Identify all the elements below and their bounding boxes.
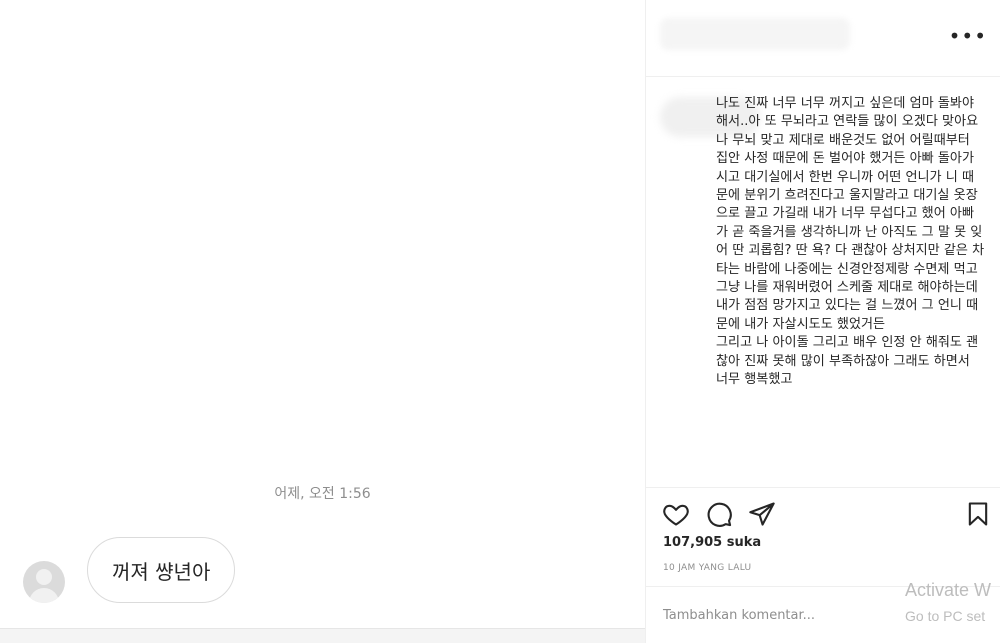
activation-watermark: Activate W Go to PC set	[905, 579, 1000, 625]
like-count[interactable]: 107,905 suka	[663, 535, 761, 550]
caption-area: 나도 진짜 너무 너무 꺼지고 싶은데 엄마 돌봐야해서..아 또 무뇌라고 연…	[646, 77, 1000, 483]
comment-icon[interactable]	[705, 500, 733, 528]
heart-icon[interactable]	[662, 500, 690, 528]
chat-bottom-strip	[0, 628, 645, 643]
message-timestamp: 어제, 오전 1:56	[274, 486, 371, 502]
more-icon[interactable]: •••	[949, 26, 987, 46]
watermark-line-2: Go to PC set	[905, 608, 986, 624]
chat-panel: 어제, 오전 1:56 꺼져 썅년아	[0, 0, 645, 643]
blurred-username	[660, 18, 850, 50]
post-panel: ••• 나도 진짜 너무 너무 꺼지고 싶은데 엄마 돌봐야해서..아 또 무뇌…	[645, 0, 1000, 643]
message-bubble[interactable]: 꺼져 썅년아	[87, 537, 236, 603]
post-caption: 나도 진짜 너무 너무 꺼지고 싶은데 엄마 돌봐야해서..아 또 무뇌라고 연…	[716, 96, 985, 388]
post-time[interactable]: 10 JAM YANG LALU	[663, 563, 751, 573]
share-icon[interactable]	[748, 500, 776, 528]
avatar-body-shape	[29, 588, 59, 603]
sender-avatar[interactable]	[23, 561, 65, 603]
avatar-placeholder-icon	[36, 569, 52, 585]
post-header: •••	[646, 0, 1000, 77]
post-actions	[646, 487, 1000, 538]
watermark-line-1: Activate W	[905, 580, 992, 600]
comment-input[interactable]: Tambahkan komentar...	[663, 608, 815, 623]
bookmark-icon[interactable]	[964, 500, 992, 528]
message-text: 꺼져 썅년아	[112, 559, 211, 584]
